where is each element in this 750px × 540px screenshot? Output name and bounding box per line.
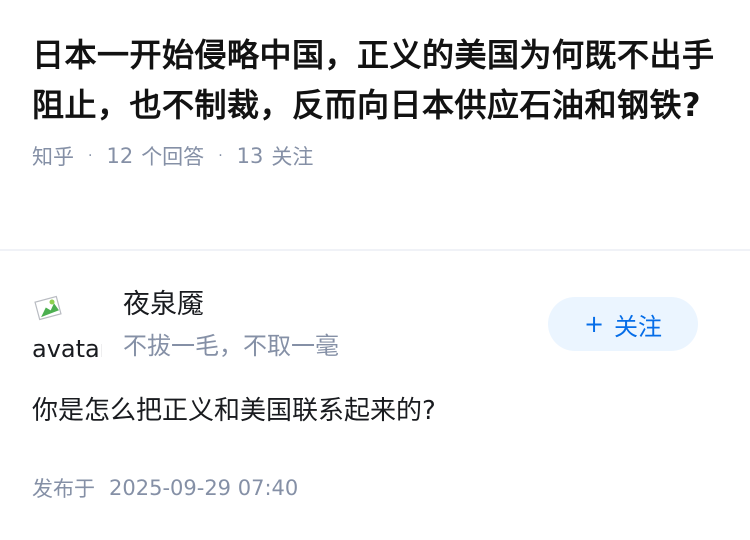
broken-image-icon: [34, 295, 62, 321]
author-bio: 不拔一毛，不取一毫: [123, 332, 339, 360]
publish-label: 发布于: [32, 477, 95, 501]
follow-count-label[interactable]: 关注: [271, 141, 313, 171]
answer-count: 12: [106, 144, 134, 168]
answer-content[interactable]: 你是怎么把正义和美国联系起来的?: [32, 391, 436, 431]
question-title[interactable]: 日本一开始侵略中国，正义的美国为何既不出手阻止，也不制裁，反而向日本供应石油和钢…: [32, 30, 718, 130]
answer-count-label[interactable]: 个回答: [141, 141, 204, 171]
author-name[interactable]: 夜泉魇: [123, 287, 204, 323]
source-label[interactable]: 知乎: [32, 141, 74, 171]
plus-icon: +: [583, 310, 605, 338]
follow-count: 13: [236, 144, 264, 168]
question-meta: 知乎 · 12 个回答 · 13 关注: [32, 140, 718, 172]
author-info: avatar 夜泉魇 不拔一毛，不取一毫 + 关注: [32, 281, 718, 371]
avatar[interactable]: avatar: [32, 291, 102, 361]
question-header: 日本一开始侵略中国，正义的美国为何既不出手阻止，也不制裁，反而向日本供应石油和钢…: [0, 0, 750, 220]
publish-time: 2025-09-29 07:40: [109, 476, 299, 500]
follow-button[interactable]: + 关注: [548, 297, 698, 351]
answer-card: avatar 夜泉魇 不拔一毛，不取一毫 + 关注 你是怎么把正义和美国联系起来…: [0, 251, 750, 540]
publish-info: 发布于 2025-09-29 07:40: [32, 473, 298, 503]
meta-separator: ·: [88, 148, 93, 164]
avatar-alt-text: avatar: [32, 335, 102, 361]
meta-separator: ·: [218, 148, 223, 164]
follow-button-label: 关注: [614, 312, 663, 341]
